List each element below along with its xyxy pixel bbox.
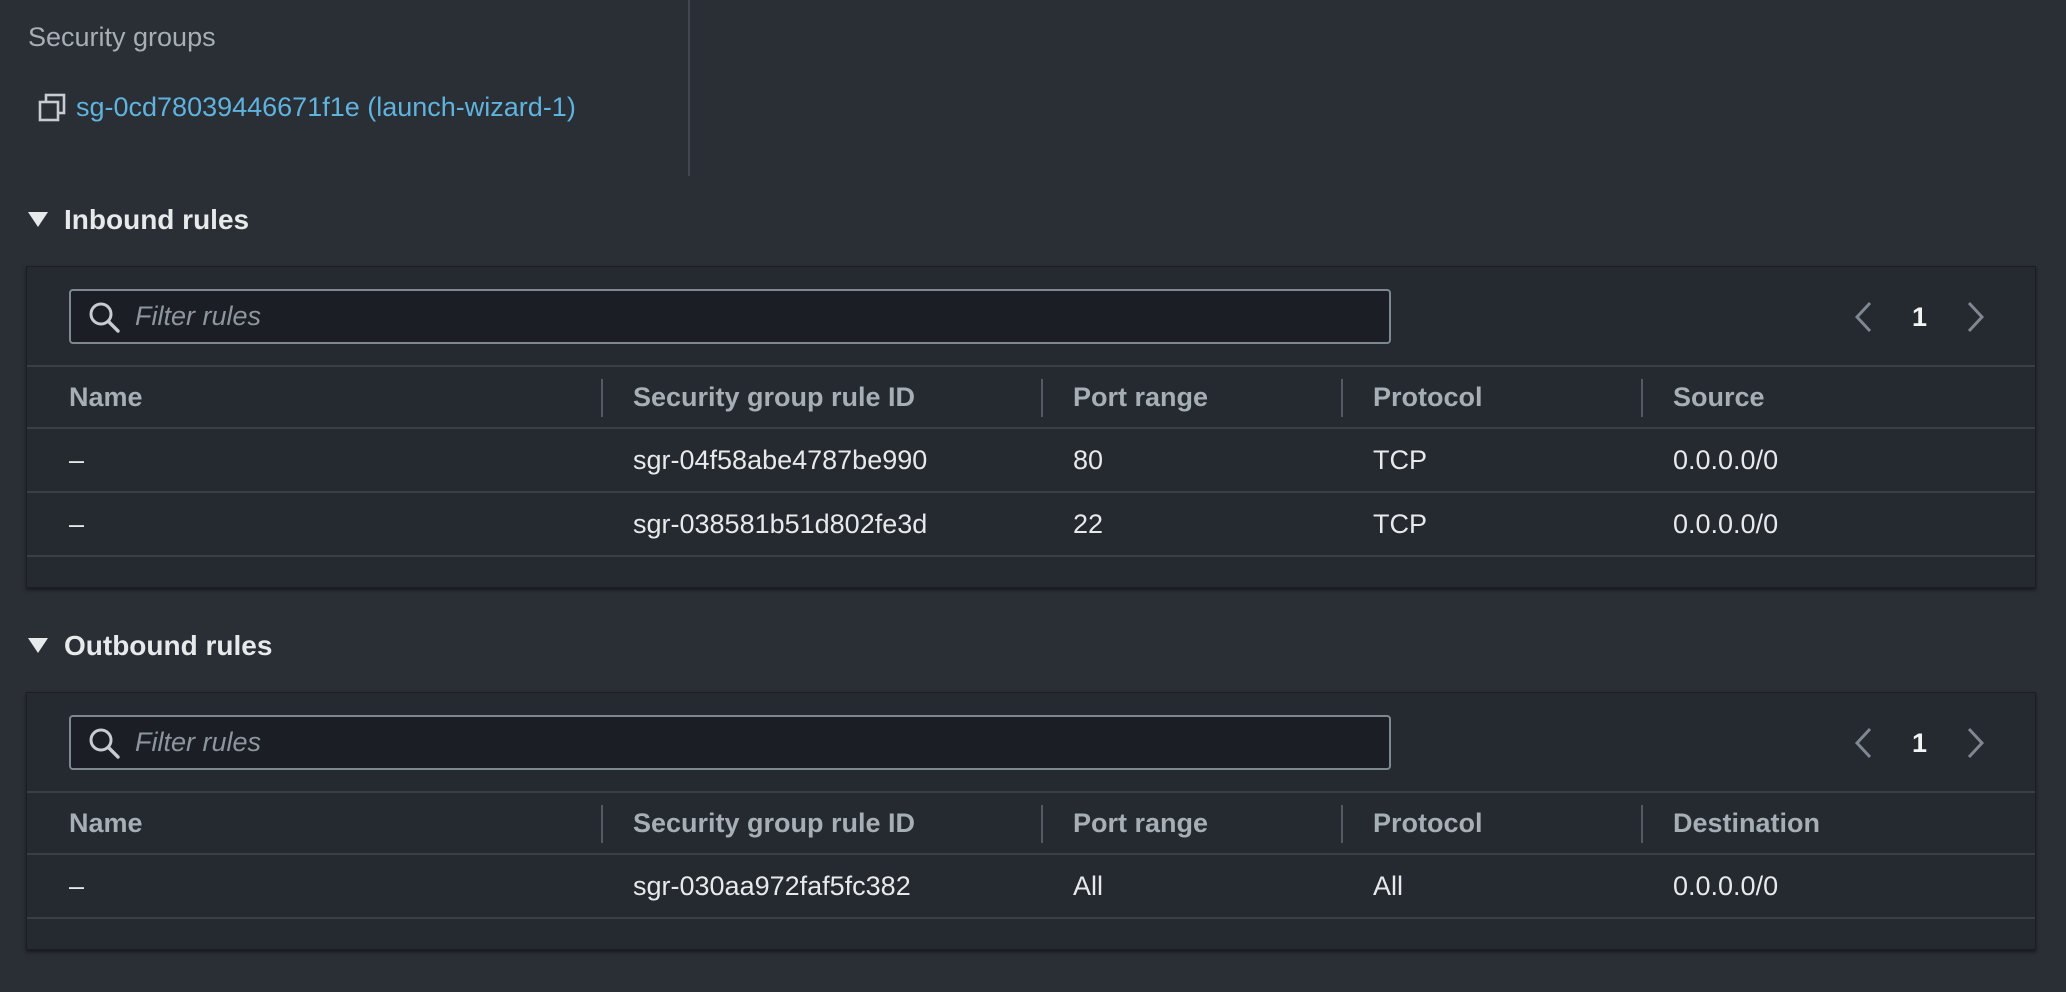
copy-icon[interactable] [38,93,66,123]
column-header-protocol[interactable]: Protocol [1341,791,1641,855]
table-row: – sgr-038581b51d802fe3d 22 TCP 0.0.0.0/0 [27,492,2035,557]
inbound-rules-panel: 1 Name Security group rule ID Port range… [26,266,2036,588]
chevron-right-icon[interactable] [1965,725,1987,761]
caret-down-icon [28,638,48,653]
inbound-rules-table: Name Security group rule ID Port range P… [27,365,2035,557]
outbound-rules-panel: 1 Name Security group rule ID Port range… [26,692,2036,950]
cell-rule-id: sgr-038581b51d802fe3d [601,492,1041,557]
security-group-link[interactable]: sg-0cd78039446671f1e (launch-wizard-1) [76,92,576,123]
cell-port-range: All [1041,854,1341,919]
cell-name: – [27,854,601,919]
cell-port-range: 22 [1041,492,1341,557]
security-groups-label: Security groups [28,22,216,52]
outbound-rules-table: Name Security group rule ID Port range P… [27,791,2035,919]
cell-name: – [27,492,601,557]
column-header-rule-id[interactable]: Security group rule ID [601,365,1041,429]
inbound-rules-title: Inbound rules [64,204,250,235]
cell-destination: 0.0.0.0/0 [1641,854,2035,919]
cell-protocol: All [1341,854,1641,919]
column-header-port-range[interactable]: Port range [1041,365,1341,429]
table-header-row: Name Security group rule ID Port range P… [27,365,2035,429]
cell-rule-id: sgr-04f58abe4787be990 [601,428,1041,493]
table-header-row: Name Security group rule ID Port range P… [27,791,2035,855]
inbound-rules-toggle[interactable]: Inbound rules [28,204,249,236]
cell-port-range: 80 [1041,428,1341,493]
cell-source: 0.0.0.0/0 [1641,492,2035,557]
column-header-port-range[interactable]: Port range [1041,791,1341,855]
cell-name: – [27,428,601,493]
column-header-name[interactable]: Name [27,791,601,855]
column-header-protocol[interactable]: Protocol [1341,365,1641,429]
column-header-source[interactable]: Source [1641,365,2035,429]
chevron-right-icon[interactable] [1965,299,1987,335]
cell-source: 0.0.0.0/0 [1641,428,2035,493]
outbound-rules-toggle[interactable]: Outbound rules [28,630,272,662]
table-row: – sgr-04f58abe4787be990 80 TCP 0.0.0.0/0 [27,428,2035,493]
outbound-filter-input[interactable] [121,717,1389,768]
inbound-filter-field[interactable] [69,289,1391,344]
column-header-destination[interactable]: Destination [1641,791,2035,855]
outbound-rules-title: Outbound rules [64,630,273,661]
cell-protocol: TCP [1341,428,1641,493]
cell-rule-id: sgr-030aa972faf5fc382 [601,854,1041,919]
column-header-rule-id[interactable]: Security group rule ID [601,791,1041,855]
chevron-left-icon[interactable] [1852,299,1874,335]
outbound-page-number[interactable]: 1 [1912,728,1927,759]
inbound-pagination: 1 [1852,293,1987,341]
table-row: – sgr-030aa972faf5fc382 All All 0.0.0.0/… [27,854,2035,919]
security-groups-section: Security groups sg-0cd78039446671f1e (la… [0,0,690,176]
caret-down-icon [28,212,48,227]
inbound-page-number[interactable]: 1 [1912,302,1927,333]
cell-protocol: TCP [1341,492,1641,557]
column-header-name[interactable]: Name [27,365,601,429]
security-group-link-row: sg-0cd78039446671f1e (launch-wizard-1) [38,92,576,123]
inbound-filter-input[interactable] [121,291,1389,342]
outbound-pagination: 1 [1852,719,1987,767]
outbound-filter-field[interactable] [69,715,1391,770]
chevron-left-icon[interactable] [1852,725,1874,761]
search-icon [89,728,120,759]
search-icon [89,302,120,333]
security-tab-content: Security groups sg-0cd78039446671f1e (la… [0,0,2066,992]
